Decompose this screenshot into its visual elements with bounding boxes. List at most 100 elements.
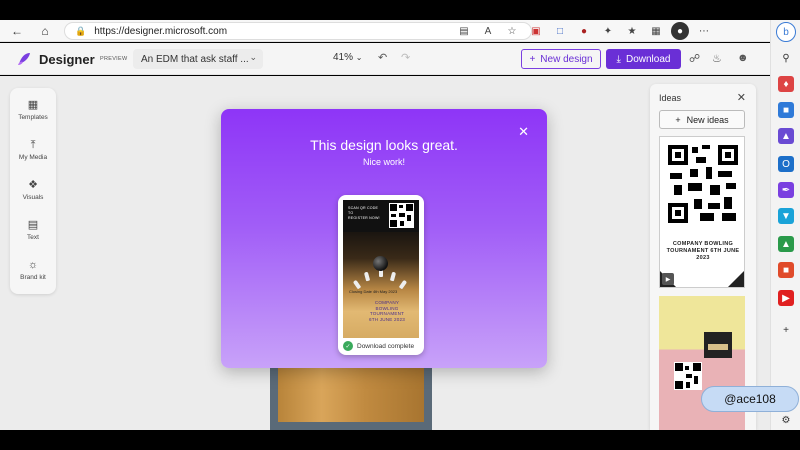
rail-label: Visuals	[22, 194, 44, 201]
ideas-panel: Ideas ✕ + New ideas COMPANY BOWLING TOURN…	[650, 84, 756, 430]
qr-code-image	[666, 143, 740, 225]
left-tool-rail: ▦ Templates ⤒ My Media ❖ Visuals ▤ Text …	[10, 88, 56, 294]
rail-item-text[interactable]: ▤ Text	[10, 218, 56, 241]
rail-item-my-media[interactable]: ⤒ My Media	[10, 138, 56, 161]
drop-icon[interactable]: ▼	[778, 208, 794, 224]
new-ideas-button[interactable]: + New ideas	[659, 110, 745, 129]
search-icon[interactable]: ⚲	[778, 50, 794, 66]
rail-item-visuals[interactable]: ❖ Visuals	[10, 178, 56, 201]
office-icon[interactable]: ■	[778, 262, 794, 278]
new-design-label: New design	[540, 53, 593, 65]
browser-toolbar: ← ⌂ 🔒 https://designer.microsoft.com ▤ A…	[0, 20, 770, 42]
tools-icon[interactable]: ■	[778, 102, 794, 118]
video-icon: ▶	[662, 273, 674, 285]
download-status-text: Download complete	[357, 342, 415, 350]
read-aloud-icon[interactable]: A	[479, 22, 497, 40]
download-complete-dialog: ✕ This design looks great. Nice work! SC…	[221, 109, 547, 368]
add-icon[interactable]: +	[778, 322, 794, 338]
plus-icon: +	[529, 53, 536, 65]
letterbox-bottom	[0, 430, 800, 450]
games-icon[interactable]: ▲	[778, 128, 794, 144]
more-icon[interactable]: ⋯	[695, 22, 713, 40]
chevron-down-icon: ⌄	[249, 52, 257, 62]
new-design-button[interactable]: + New design	[521, 49, 601, 69]
shopping-icon[interactable]: ♦	[778, 76, 794, 92]
design-canvas[interactable]	[270, 368, 432, 430]
poster-company-text: COMPANY BOWLING TOURNAMENT 6TH JUNE 2023	[357, 300, 417, 322]
rail-label: Templates	[18, 114, 48, 121]
rail-label: Brand kit	[20, 274, 46, 281]
undo-icon[interactable]: ↶	[378, 51, 387, 64]
bowling-ball	[373, 256, 388, 271]
idea-card[interactable]: COMPANY BOWLING TOURNAMENT 6TH JUNE 2023…	[659, 136, 745, 288]
letterbox-top	[0, 0, 800, 20]
youtube-icon[interactable]: ▶	[778, 290, 794, 306]
back-arrow-icon[interactable]: ←	[6, 20, 28, 42]
account-icon[interactable]: ☻	[737, 52, 749, 64]
rail-label: My Media	[18, 154, 48, 161]
translate-icon[interactable]: □	[551, 22, 569, 40]
bowling-photo	[704, 332, 732, 358]
close-icon[interactable]: ✕	[737, 91, 746, 104]
bing-chat-icon[interactable]: b	[776, 22, 796, 42]
qr-code-image	[674, 362, 702, 390]
bowling-pins-image	[708, 344, 728, 350]
download-button[interactable]: ⤓ Download	[606, 49, 681, 69]
decor-corner	[728, 271, 744, 287]
new-ideas-label: New ideas	[686, 114, 729, 125]
notifications-icon[interactable]: ♨	[712, 52, 722, 65]
upload-icon: ⤒	[30, 139, 36, 151]
extensions-icon[interactable]: ✦	[599, 22, 617, 40]
outlook-icon[interactable]: O	[778, 156, 794, 172]
zoom-value: 41%	[333, 52, 354, 63]
designer-sidebar-icon[interactable]: ✒	[778, 182, 794, 198]
edge-sidebar: b ⚲ ♦ ■ ▲ O ✒ ▼ ▲ ■ ▶ + ⚙	[770, 20, 800, 430]
ideas-title: Ideas	[659, 93, 682, 103]
brand-name: Designer	[39, 52, 95, 67]
checkmark-icon: ✓	[343, 341, 353, 351]
plus-icon: +	[675, 114, 681, 125]
favorites-icon[interactable]: ★	[623, 22, 641, 40]
share-icon[interactable]: ☍	[689, 52, 700, 65]
extension-dark-icon[interactable]: ●	[575, 22, 593, 40]
document-title: An EDM that ask staff ...	[141, 53, 249, 65]
tree-icon[interactable]: ▲	[778, 236, 794, 252]
poster-closing-date: Closing Date 4th May 2023	[349, 289, 398, 294]
poster-line: 6TH JUNE 2023	[368, 316, 406, 322]
canvas-image	[278, 368, 424, 422]
design-preview-card: SCAN QR CODE TO REGISTER NOW! Closing Da…	[338, 195, 424, 355]
document-title-dropdown[interactable]: An EDM that ask staff ... ⌄	[133, 49, 263, 69]
designer-logo-icon	[18, 53, 30, 65]
lock-icon: 🔒	[75, 25, 87, 36]
bowling-scene-image	[343, 232, 419, 338]
url-text: https://designer.microsoft.com	[94, 25, 228, 37]
rail-item-brand-kit[interactable]: ☼ Brand kit	[10, 258, 56, 281]
home-icon[interactable]: ⌂	[34, 20, 56, 42]
rail-item-templates[interactable]: ▦ Templates	[10, 98, 56, 121]
favorite-add-icon[interactable]: ☆	[503, 22, 521, 40]
poster-line: REGISTER NOW!	[348, 216, 380, 220]
chevron-down-icon: ⌄	[355, 53, 363, 62]
redo-icon[interactable]: ↷	[401, 51, 410, 64]
reader-icon[interactable]: ▤	[455, 22, 473, 40]
dialog-heading: This design looks great.	[310, 137, 458, 153]
preview-tag: PREVIEW	[100, 56, 128, 62]
watermark-badge: @ace108	[701, 386, 799, 412]
idea-card-text: COMPANY BOWLING TOURNAMENT 6TH JUNE 2023	[666, 241, 740, 261]
brand-kit-icon: ☼	[27, 259, 39, 271]
templates-icon: ▦	[27, 99, 39, 111]
profile-avatar-icon[interactable]: ●	[671, 22, 689, 40]
settings-gear-icon[interactable]: ⚙	[778, 412, 794, 428]
bowling-pin	[389, 271, 397, 282]
download-status: ✓ Download complete	[343, 340, 423, 352]
poster-scan-text: SCAN QR CODE TO REGISTER NOW!	[348, 206, 380, 221]
bowling-pin	[398, 279, 408, 290]
extension-red-icon[interactable]: ▣	[527, 22, 545, 40]
rail-label: Text	[27, 234, 39, 241]
qr-code-image	[389, 203, 414, 228]
bowling-pin	[363, 271, 371, 282]
bowling-pin	[352, 279, 362, 290]
zoom-dropdown[interactable]: 41% ⌄	[333, 52, 363, 63]
browser-toolbar-icons: ▤ A ☆ ▣ □ ● ✦ ★ ▦ ● ⋯	[455, 20, 713, 42]
collections-icon[interactable]: ▦	[647, 22, 665, 40]
